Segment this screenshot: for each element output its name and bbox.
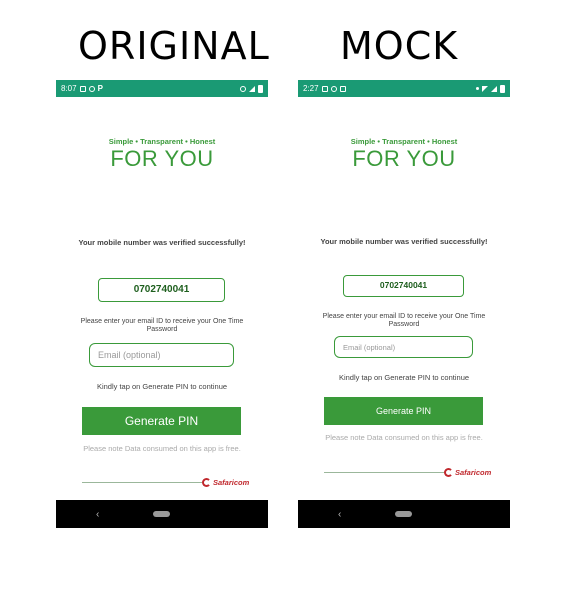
- tagline: Simple • Transparent • Honest: [350, 137, 458, 146]
- heading-original: ORIGINAL: [78, 24, 270, 68]
- email-field[interactable]: Email (optional): [89, 343, 234, 367]
- footer-divider: [82, 482, 202, 483]
- alarm-icon: [240, 85, 246, 92]
- back-icon[interactable]: ‹: [338, 509, 341, 520]
- phone-number-value: 0702740041: [133, 284, 190, 295]
- phone-number-field[interactable]: 0702740041: [98, 278, 225, 302]
- for-you-title: FOR YOU: [352, 146, 456, 171]
- email-instructions: Please enter your email ID to receive yo…: [80, 318, 244, 333]
- for-you-title: FOR YOU: [110, 146, 214, 171]
- email-instructions: Please enter your email ID to receive yo…: [322, 313, 486, 328]
- safaricom-logo: Safaricom: [444, 468, 491, 477]
- data-free-note: Please note Data consumed on this app is…: [83, 444, 241, 453]
- safaricom-wordmark: Safaricom: [455, 468, 492, 477]
- whatsapp-icon: [330, 85, 337, 92]
- nav-bar: ‹: [298, 500, 510, 528]
- heading-mock: MOCK: [340, 24, 459, 68]
- generate-pin-button[interactable]: Generate PIN: [324, 397, 483, 425]
- dot-icon: [476, 87, 479, 90]
- status-bar: 8:07 P: [56, 80, 268, 97]
- battery-icon: [500, 84, 505, 93]
- phone-original: 8:07 P Simple • Transparent • Honest FOR…: [56, 80, 268, 528]
- status-time: 8:07: [61, 84, 77, 93]
- status-bar: 2:27: [298, 80, 510, 97]
- phone-number-value: 0702740041: [379, 280, 428, 290]
- home-pill-icon[interactable]: [153, 511, 170, 517]
- safaricom-mark-icon: [444, 468, 453, 477]
- email-placeholder: Email (optional): [98, 350, 161, 360]
- safaricom-mark-icon: [202, 478, 211, 487]
- battery-icon: [258, 84, 263, 93]
- phone-number-field[interactable]: 0702740041: [343, 275, 464, 297]
- p-icon: P: [97, 84, 103, 93]
- generate-pin-label: Generate PIN: [124, 414, 199, 428]
- generate-pin-button[interactable]: Generate PIN: [82, 407, 241, 435]
- home-pill-icon[interactable]: [395, 511, 412, 517]
- status-time: 2:27: [303, 84, 319, 93]
- back-icon[interactable]: ‹: [96, 509, 99, 520]
- phone-mock: 2:27 Simple • Transparent • Honest FOR Y…: [298, 80, 510, 528]
- youtube-icon: [339, 85, 346, 92]
- image-icon: [79, 85, 86, 92]
- generate-pin-label: Generate PIN: [375, 406, 432, 416]
- footer-divider: [324, 472, 444, 473]
- signal-icon: [491, 85, 497, 92]
- whatsapp-icon: [88, 85, 95, 92]
- verified-message: Your mobile number was verified successf…: [320, 237, 488, 246]
- safaricom-wordmark: Safaricom: [213, 478, 250, 487]
- email-placeholder: Email (optional): [343, 342, 396, 352]
- image-icon: [321, 85, 328, 92]
- continue-instructions: Kindly tap on Generate PIN to continue: [96, 382, 228, 391]
- verified-message: Your mobile number was verified successf…: [78, 238, 246, 247]
- data-free-note: Please note Data consumed on this app is…: [325, 433, 483, 442]
- continue-instructions: Kindly tap on Generate PIN to continue: [338, 373, 470, 382]
- nav-bar: ‹: [56, 500, 268, 528]
- signal-icon: [249, 85, 255, 92]
- email-field[interactable]: Email (optional): [334, 336, 473, 358]
- wifi-icon: [482, 85, 488, 92]
- tagline: Simple • Transparent • Honest: [108, 137, 216, 146]
- safaricom-logo: Safaricom: [202, 478, 249, 487]
